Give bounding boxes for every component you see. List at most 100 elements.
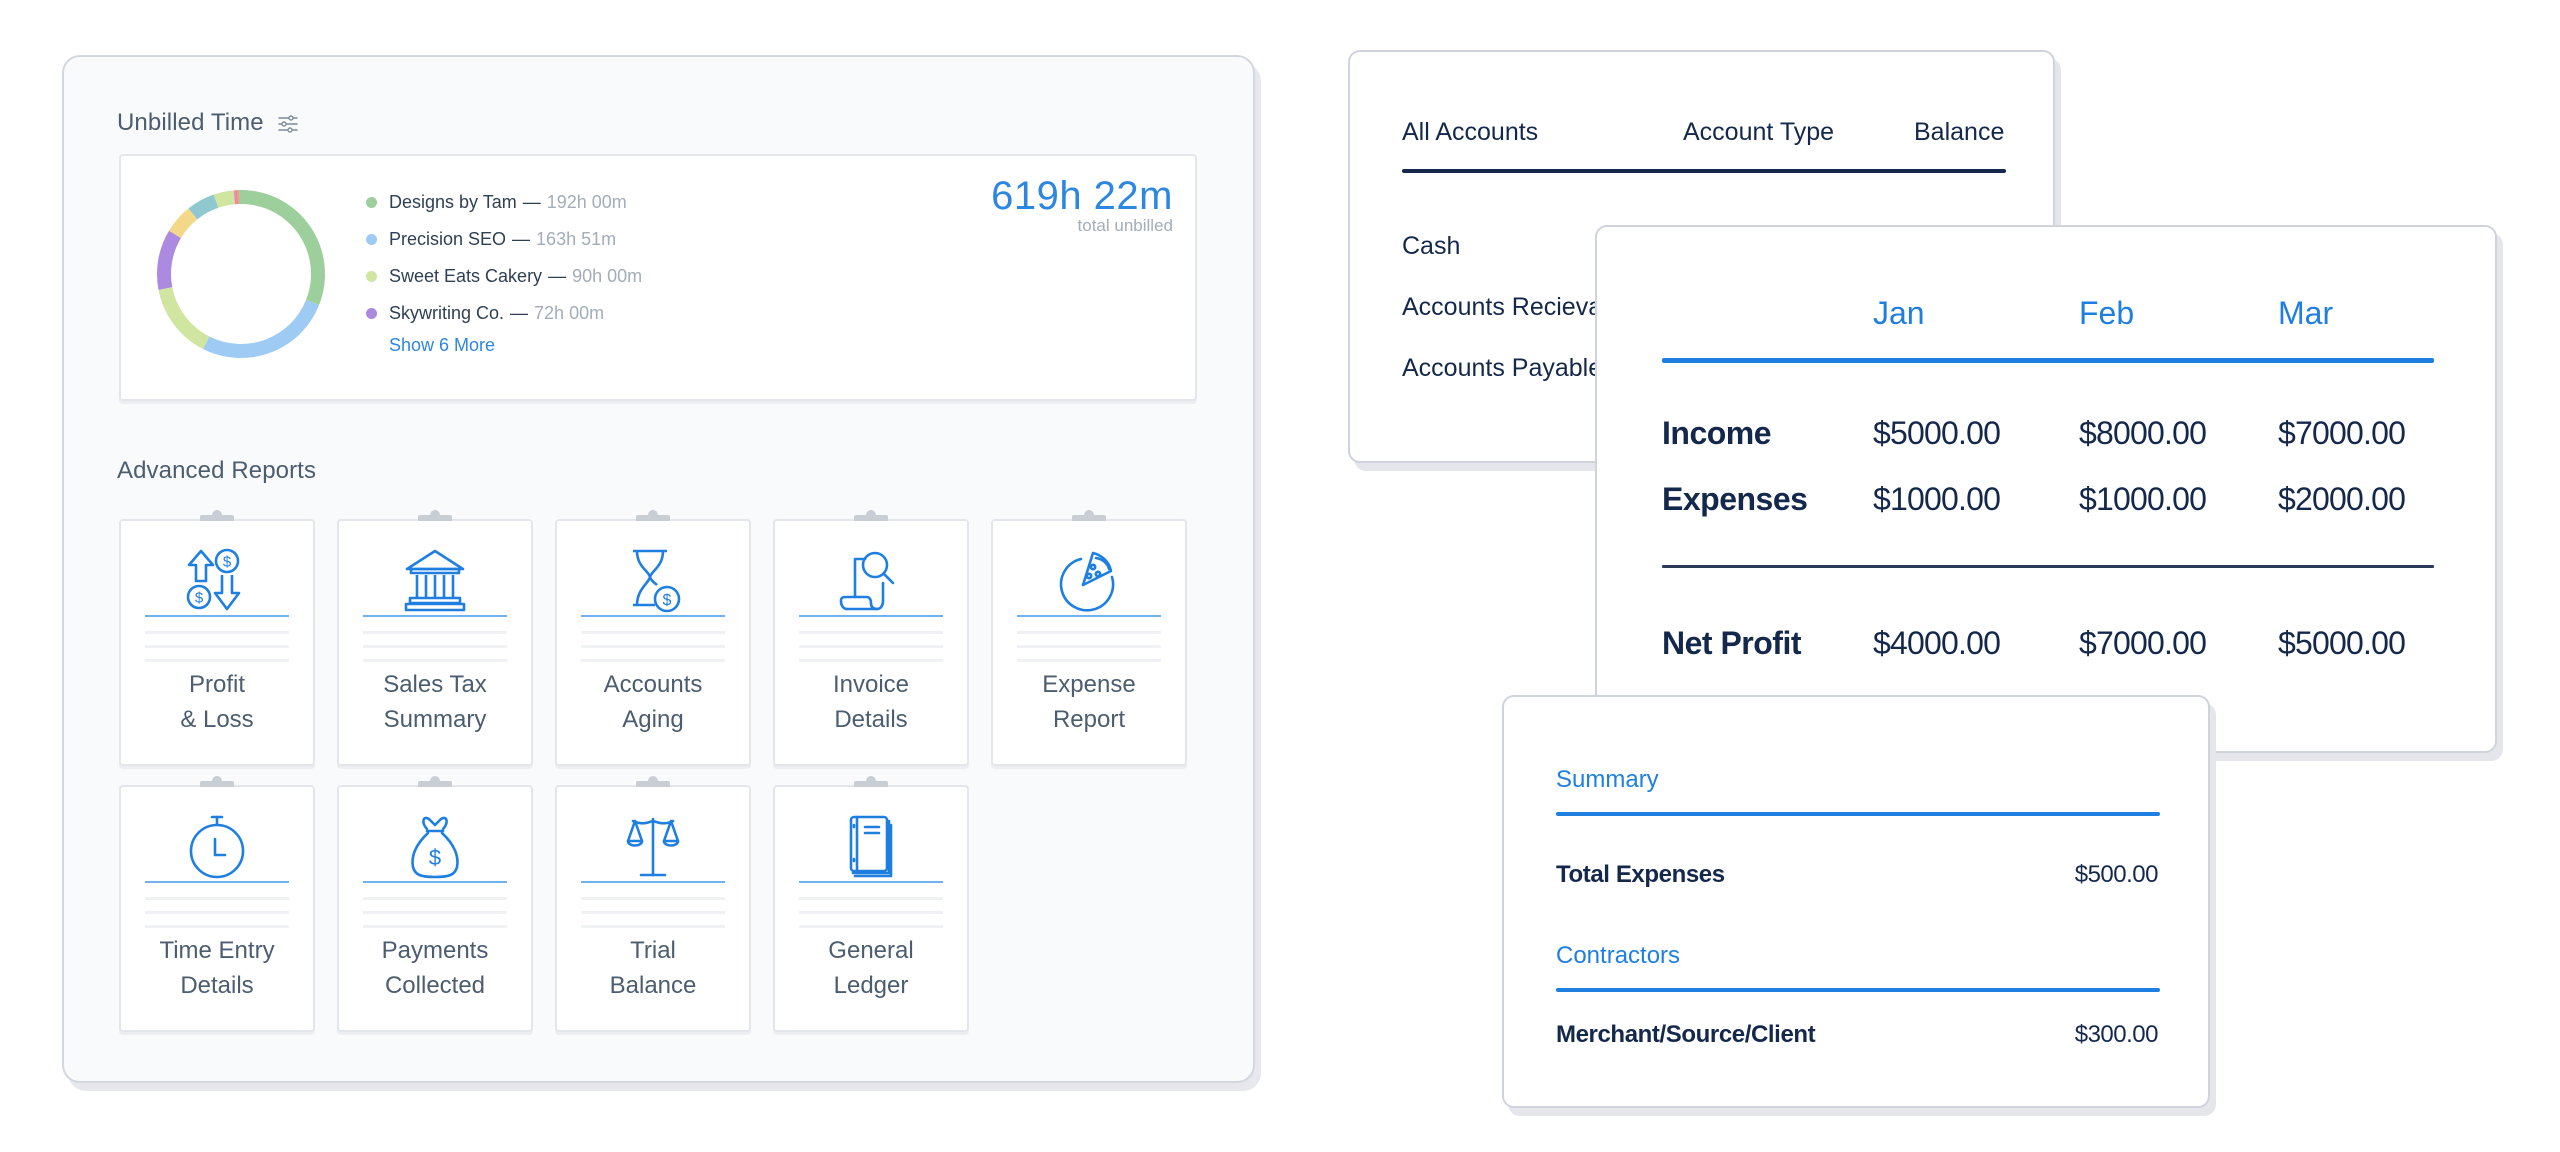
report-tile-time-entry-details[interactable]: Time Entry Details <box>119 776 315 1032</box>
expenses-value: $1000.00 <box>2079 481 2207 517</box>
total-unbilled-label: total unbilled <box>1077 216 1173 235</box>
svg-text:$: $ <box>223 554 232 571</box>
tile-rule <box>363 615 507 617</box>
clip-icon <box>200 776 234 787</box>
legend-name: Precision SEO <box>389 229 507 249</box>
total-unbilled-value: 619h 22m <box>991 174 1173 218</box>
tile-placeholder-line <box>581 645 725 648</box>
donut-slice-other-6[interactable] <box>239 190 241 205</box>
clip-icon <box>854 510 888 521</box>
legend-item: Sweet Eats Cakery — 90h 00m <box>366 258 642 295</box>
tile-placeholder-line <box>363 897 507 900</box>
tile-placeholder-line <box>581 631 725 634</box>
tile-rule <box>1017 615 1161 617</box>
unbilled-donut-chart <box>157 190 325 358</box>
tile-rule <box>581 615 725 617</box>
report-tile-trial-balance[interactable]: Trial Balance <box>555 776 751 1032</box>
show-more-link[interactable]: Show 6 More <box>389 335 642 356</box>
profit-loss-card: Jan Feb Mar Income $5000.00 $8000.00 $70… <box>1595 225 2497 753</box>
legend-item: Skywriting Co. — 72h 00m <box>366 295 642 332</box>
tile-placeholder-line <box>799 911 943 914</box>
tile-label: Profit & Loss <box>180 671 254 733</box>
tile-label: Sales Tax Summary <box>383 671 487 733</box>
tile-rule <box>799 881 943 883</box>
donut-legend: Designs by Tam — 192h 00m Precision SEO … <box>366 184 642 356</box>
svg-text:$: $ <box>429 845 441 870</box>
sliders-icon[interactable] <box>276 112 300 136</box>
row-label-income: Income <box>1662 415 1772 451</box>
tile-placeholder-line <box>363 911 507 914</box>
report-tile-expense-report[interactable]: Expense Report <box>991 510 1187 766</box>
total-unbilled: 619h 22m total unbilled <box>991 174 1173 236</box>
clip-icon <box>200 510 234 521</box>
total-expenses-label: Total Expenses <box>1556 861 1725 888</box>
clip-icon <box>418 510 452 521</box>
tile-placeholder-line <box>145 659 289 662</box>
expenses-value: $2000.00 <box>2278 481 2406 517</box>
tile-label: Payments Collected <box>381 937 489 999</box>
row-label-expenses: Expenses <box>1662 481 1808 517</box>
report-tile-general-ledger[interactable]: General Ledger <box>773 776 969 1032</box>
tile-placeholder-line <box>363 645 507 648</box>
section-heading-contractors: Contractors <box>1556 942 1681 969</box>
section-divider <box>1556 988 2160 992</box>
report-tile-accounts-aging[interactable]: $ Accounts Aging <box>555 510 751 766</box>
report-tile-payments-collected[interactable]: $ Payments Collected <box>337 776 533 1032</box>
month-header: Mar <box>2278 295 2334 331</box>
legend-item: Designs by Tam — 192h 00m <box>366 184 642 221</box>
clip-icon <box>1072 510 1106 521</box>
net-profit-value: $4000.00 <box>1873 625 2001 661</box>
tile-placeholder-line <box>799 645 943 648</box>
clip-icon <box>418 776 452 787</box>
scales-icon <box>626 817 680 877</box>
donut-slice-sweet-eats-cakery[interactable] <box>158 287 210 349</box>
tile-label: Trial Balance <box>609 937 697 999</box>
column-header-balance[interactable]: Balance <box>1914 118 2004 147</box>
stopwatch-icon <box>189 815 245 879</box>
clip-icon <box>636 510 670 521</box>
tile-placeholder-line <box>581 911 725 914</box>
legend-value: 90h 00m <box>572 266 643 286</box>
tile-placeholder-line <box>363 925 507 928</box>
legend-separator: — <box>548 266 567 286</box>
total-expenses-value: $500.00 <box>2074 861 2159 888</box>
hourglass-dollar-icon: $ <box>633 549 681 613</box>
report-tile-sales-tax-summary[interactable]: Sales Tax Summary <box>337 510 533 766</box>
header-divider <box>1662 358 2434 363</box>
legend-value: 163h 51m <box>536 229 617 249</box>
tile-placeholder-line <box>1017 631 1161 634</box>
tile-placeholder-line <box>581 897 725 900</box>
column-header-all-accounts[interactable]: All Accounts <box>1402 118 1538 147</box>
clip-icon <box>854 776 888 787</box>
unbilled-time-card: Designs by Tam — 192h 00m Precision SEO … <box>119 154 1197 401</box>
income-value: $8000.00 <box>2079 415 2207 451</box>
tile-rule <box>363 881 507 883</box>
donut-slice-designs-by-tam[interactable] <box>241 190 325 305</box>
report-tile-profit-loss[interactable]: $ $ Profit & Loss <box>119 510 315 766</box>
tile-placeholder-line <box>145 631 289 634</box>
donut-slice-precision-seo[interactable] <box>203 299 320 358</box>
report-tile-invoice-details[interactable]: Invoice Details <box>773 510 969 766</box>
row-label-net-profit: Net Profit <box>1662 625 1802 661</box>
money-bag-icon: $ <box>411 816 459 879</box>
tile-label: Time Entry Details <box>159 937 275 999</box>
legend-dot-icon <box>366 271 377 282</box>
tile-placeholder-line <box>363 659 507 662</box>
account-row[interactable]: Accounts Payable <box>1402 354 1602 383</box>
dashboard-panel: Unbilled Time Designs by Tam — 192h 00m … <box>62 55 1255 1083</box>
document-search-icon <box>839 551 895 611</box>
tile-placeholder-line <box>1017 659 1161 662</box>
account-row[interactable]: Cash <box>1402 232 1460 261</box>
column-header-account-type[interactable]: Account Type <box>1683 118 1834 147</box>
donut-slice-skywriting-co-[interactable] <box>157 230 181 290</box>
income-value: $7000.00 <box>2278 415 2406 451</box>
legend-value: 72h 00m <box>534 303 605 323</box>
bank-icon <box>404 549 466 612</box>
legend-dot-icon <box>366 308 377 319</box>
tile-rule <box>581 881 725 883</box>
tile-placeholder-line <box>799 925 943 928</box>
tile-placeholder-line <box>1017 645 1161 648</box>
legend-separator: — <box>512 229 531 249</box>
legend-separator: — <box>522 192 541 212</box>
tile-placeholder-line <box>145 925 289 928</box>
